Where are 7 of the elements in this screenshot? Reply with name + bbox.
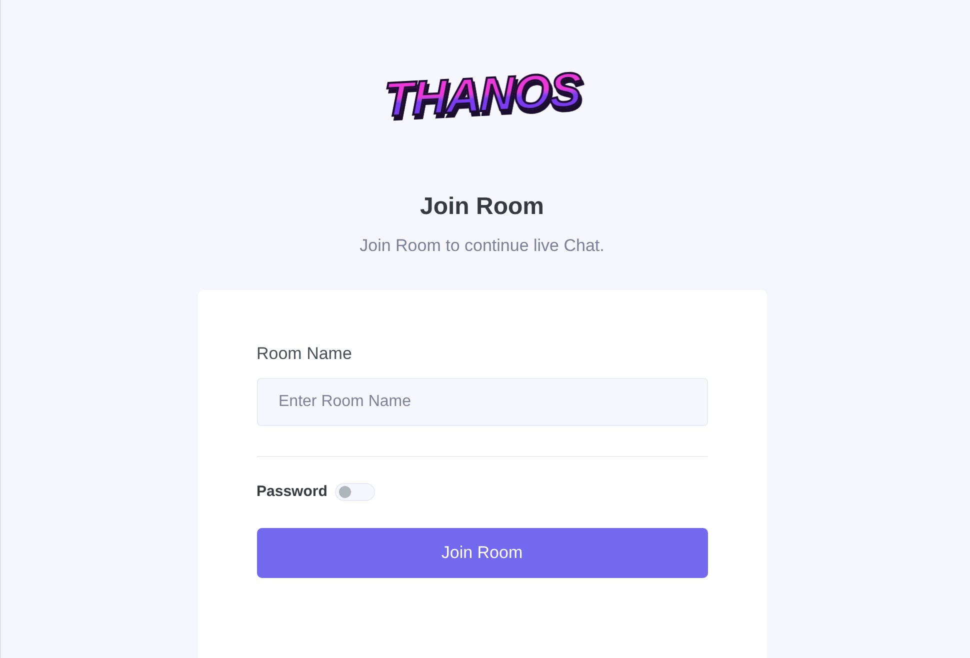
password-toggle[interactable]	[335, 483, 376, 501]
field-label: Room Name	[256, 343, 352, 365]
password-label: Password	[256, 482, 328, 502]
join-room-button[interactable]: Join Room	[256, 528, 708, 578]
page-subtitle: Join Room to continue live Chat.	[360, 235, 604, 257]
room-name-input[interactable]: Enter Room Name	[256, 378, 708, 426]
page-title: Join Room	[420, 192, 544, 222]
